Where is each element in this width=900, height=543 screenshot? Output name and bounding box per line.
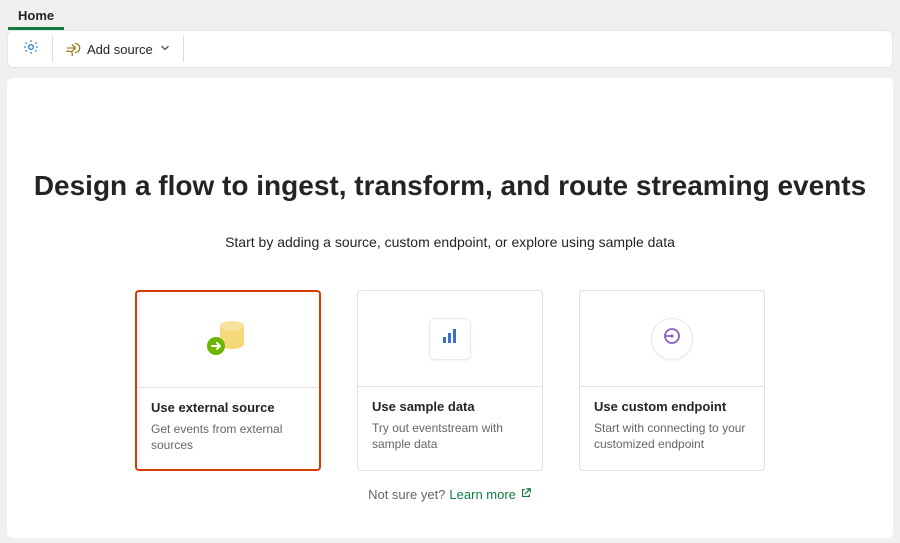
- hero-title: Design a flow to ingest, transform, and …: [7, 170, 893, 202]
- toolbar: Add source: [7, 30, 893, 68]
- card-description: Try out eventstream with sample data: [372, 420, 528, 452]
- toolbar-divider: [52, 36, 53, 62]
- learn-more-label: Learn more: [449, 487, 515, 502]
- card-description: Start with connecting to your customized…: [594, 420, 750, 452]
- card-use-sample-data[interactable]: Use sample data Try out eventstream with…: [357, 290, 543, 471]
- hero-subtitle: Start by adding a source, custom endpoin…: [7, 234, 893, 250]
- option-cards: Use external source Get events from exte…: [7, 290, 893, 471]
- card-description: Get events from external sources: [151, 421, 305, 453]
- external-link-icon: [520, 487, 532, 502]
- learn-more-link[interactable]: Learn more: [449, 487, 531, 502]
- custom-endpoint-icon: [661, 325, 683, 352]
- card-use-external-source[interactable]: Use external source Get events from exte…: [135, 290, 321, 471]
- card-use-custom-endpoint[interactable]: Use custom endpoint Start with connectin…: [579, 290, 765, 471]
- external-source-icon: [202, 313, 254, 366]
- tab-home[interactable]: Home: [8, 2, 64, 30]
- gear-icon: [22, 38, 40, 61]
- tab-bar: Home: [0, 0, 900, 30]
- chevron-down-icon: [159, 42, 171, 57]
- footer-hint: Not sure yet? Learn more: [7, 487, 893, 502]
- card-title: Use external source: [151, 400, 305, 415]
- card-title: Use custom endpoint: [594, 399, 750, 414]
- add-source-button[interactable]: Add source: [59, 34, 177, 64]
- toolbar-divider: [183, 36, 184, 62]
- card-title: Use sample data: [372, 399, 528, 414]
- add-source-label: Add source: [87, 42, 153, 57]
- empty-state-canvas: Design a flow to ingest, transform, and …: [7, 78, 893, 538]
- tab-home-label: Home: [18, 8, 54, 23]
- footer-prefix: Not sure yet?: [368, 487, 445, 502]
- settings-button[interactable]: [16, 34, 46, 64]
- add-source-icon: [65, 40, 81, 59]
- sample-data-icon: [439, 325, 461, 352]
